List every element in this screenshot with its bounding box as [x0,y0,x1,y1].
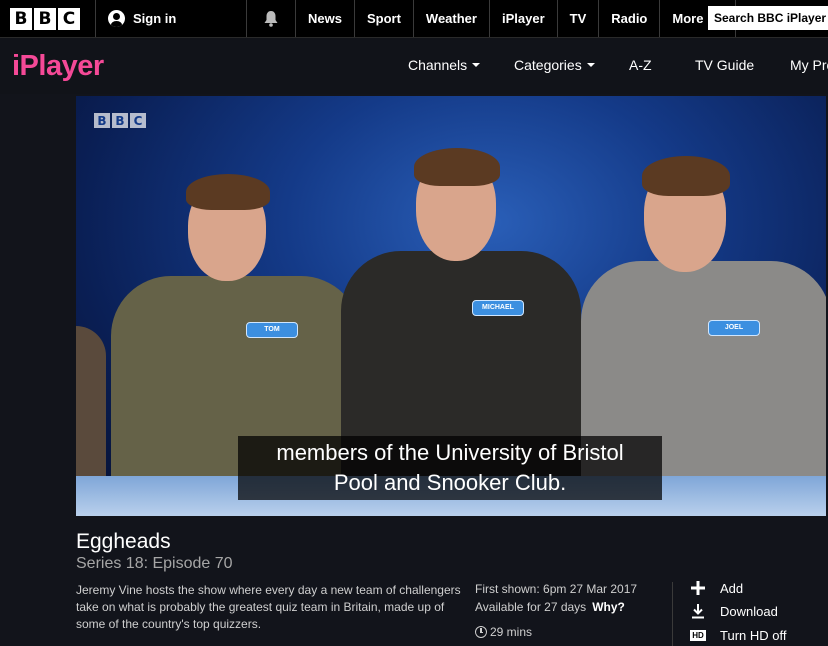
nav-channels[interactable]: Channels [408,57,514,73]
episode-subtitle: Series 18: Episode 70 [76,555,233,572]
nav-weather[interactable]: Weather [414,0,489,37]
search-input[interactable]: Search BBC iPlayer [708,6,828,30]
iplayer-nav: Channels Categories A-Z TV Guide My Pro [408,57,828,73]
bbc-logo-letter: B [34,7,56,30]
divider [672,582,673,646]
user-icon [108,10,125,27]
nav-iplayer[interactable]: iPlayer [490,0,557,37]
subtitle-line: members of the University of Bristol [276,440,624,465]
hd-label: Turn HD off [720,627,787,643]
more-label: More [672,11,704,26]
bbc-logo[interactable]: B B C [0,0,95,37]
add-label: Add [720,580,744,596]
nav-my-programmes-label: My Pro [790,57,828,73]
subtitle-caption: members of the University of Bristol Poo… [238,436,662,500]
name-badge: JOEL [708,320,760,336]
programme-description: Jeremy Vine hosts the show where every d… [76,583,461,631]
subtitle-line: Pool and Snooker Club. [333,470,567,495]
availability-row: Available for 27 days Why? [475,599,665,617]
nav-channels-label: Channels [408,57,468,73]
notifications-button[interactable] [247,0,295,37]
bbc-logo-letter: B [10,7,32,30]
hd-toggle-button[interactable]: HD Turn HD off [690,627,786,643]
bbc-watermark: B B C [94,113,146,128]
contestant-hair [186,174,270,210]
nav-news[interactable]: News [296,0,354,37]
nav-categories[interactable]: Categories [514,57,629,73]
contestant-hair [414,148,500,186]
duration-text: 29 mins [490,625,533,639]
nav-sport[interactable]: Sport [355,0,413,37]
signin-link[interactable]: Sign in [96,0,246,37]
nav-tv-guide[interactable]: TV Guide [695,57,790,73]
add-button[interactable]: Add [690,580,743,596]
why-link[interactable]: Why? [592,600,625,614]
nav-categories-label: Categories [514,57,582,73]
nav-a-z-label: A-Z [629,57,652,73]
availability-text: Available for 27 days [475,599,587,614]
name-badge: TOM [246,322,298,338]
nav-my-programmes[interactable]: My Pro [790,57,828,73]
bell-icon [264,11,278,27]
programme-title: Eggheads [76,530,171,553]
contestant-hair [642,156,730,196]
duration: 29 mins [475,625,532,639]
nav-tv[interactable]: TV [558,0,599,37]
download-label: Download [720,603,778,619]
clock-icon [475,626,487,638]
hd-icon-text: HD [690,629,706,641]
video-player[interactable]: TOM MICHAEL JOEL B B C members of the Un… [76,96,826,516]
nav-radio[interactable]: Radio [599,0,659,37]
nav-a-z[interactable]: A-Z [629,57,695,73]
caret-down-icon [586,63,595,67]
plus-icon [690,580,706,596]
download-icon [690,603,706,619]
watermark-letter: C [130,113,146,128]
caret-down-icon [472,63,481,67]
iplayer-header: iPlayer Channels Categories A-Z TV Guide… [0,37,828,94]
signin-label: Sign in [133,11,177,26]
iplayer-logo[interactable]: iPlayer [12,50,104,83]
broadcast-info: First shown: 6pm 27 Mar 2017 Available f… [475,581,665,616]
download-button[interactable]: Download [690,603,778,619]
watermark-letter: B [94,113,110,128]
bbc-logo-letter: C [58,7,80,30]
nav-tv-guide-label: TV Guide [695,57,755,73]
watermark-letter: B [112,113,128,128]
first-shown: First shown: 6pm 27 Mar 2017 [475,582,638,596]
bbc-global-bar: B B C Sign in News Sport Weather iPlayer… [0,0,828,37]
name-badge: MICHAEL [472,300,524,316]
hd-icon: HD [690,627,706,643]
